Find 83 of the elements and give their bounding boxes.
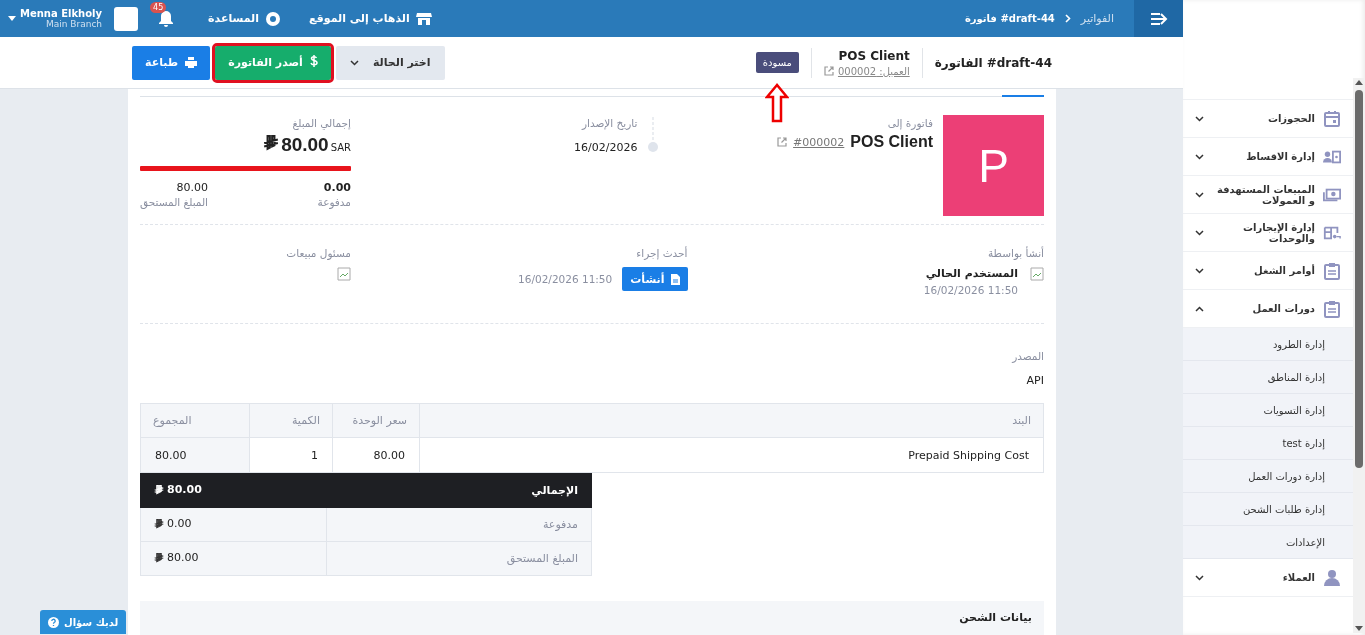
- chevron-up-icon: [1195, 305, 1204, 312]
- chevron-icon: [1064, 14, 1071, 23]
- lifebuoy-icon: [265, 10, 281, 27]
- totals-label: المبلغ المستحق: [326, 541, 592, 576]
- issue-date-label: تاريخ الإصدار: [580, 117, 638, 129]
- column-header: البند: [419, 403, 1044, 438]
- broken-image-icon: [1030, 267, 1044, 281]
- totals-value: 80.00: [140, 473, 327, 508]
- question-icon: [48, 616, 59, 628]
- status-badge: مسودة: [755, 52, 799, 73]
- totals-label: الإجمالي: [326, 473, 592, 508]
- table-cell: 80.00: [332, 437, 420, 473]
- created-time: 11:50 16/02/2026: [923, 284, 1018, 296]
- paid-amount: 0.00: [322, 181, 351, 194]
- total-amount: 80.00: [281, 134, 329, 156]
- table-cell: Prepaid Shipping Cost: [419, 437, 1044, 473]
- broken-image-icon: [337, 267, 351, 281]
- notification-count: 45: [150, 2, 167, 13]
- shipping-title: بيانات الشحن: [959, 611, 1032, 624]
- external-link-icon: [823, 66, 834, 76]
- totals-value: 0.00: [140, 507, 327, 542]
- client-link[interactable]: العميل: 000002: [837, 65, 910, 77]
- sidebar-item[interactable]: العملاء: [1183, 559, 1353, 597]
- source-value: API: [1025, 374, 1044, 387]
- due-amount: 80.00: [176, 181, 208, 194]
- client-name: POS Client: [838, 48, 910, 63]
- store-icon: [415, 11, 432, 26]
- print-button[interactable]: طباعة: [132, 45, 211, 80]
- column-header: الكمية: [249, 403, 333, 438]
- created-by-user: المستخدم الحالي: [924, 267, 1018, 280]
- chevron-down-icon: [1195, 267, 1204, 274]
- client-name: POS Client: [850, 133, 933, 151]
- caret-icon: [8, 16, 16, 21]
- chevron-down-icon: [1195, 153, 1204, 160]
- clipboard-icon: [1323, 299, 1341, 318]
- status-dropdown[interactable]: اختر الحالة: [335, 45, 445, 80]
- top-link[interactable]: المساعدة: [208, 10, 281, 27]
- document-icon: [670, 273, 680, 285]
- due-label: المبلغ المستحق: [140, 196, 208, 208]
- bell-icon: [158, 10, 175, 28]
- chevron-down-icon: [1195, 229, 1204, 236]
- action-button[interactable]: أنشأت: [622, 267, 688, 291]
- last-action-label: أحدث إجراء: [635, 247, 688, 259]
- last-action-time: 11:50 16/02/2026: [518, 273, 613, 285]
- external-link-icon: [777, 137, 788, 147]
- sidebar-item[interactable]: أوامر الشغل: [1183, 252, 1353, 290]
- arrow-icon: [1149, 11, 1168, 26]
- column-header: المجموع: [140, 403, 250, 438]
- breadcrumb-item: فاتورة #draft-44: [964, 13, 1055, 24]
- total-label: إجمالي المبلغ: [291, 117, 351, 129]
- client-avatar: P: [943, 115, 1044, 216]
- riyal-icon: [154, 484, 164, 495]
- sidebar-toggle-button[interactable]: [1134, 0, 1183, 37]
- printer-icon: [185, 57, 198, 68]
- scrollbar[interactable]: [1353, 78, 1365, 633]
- timeline-dot-icon: [647, 117, 658, 153]
- user-menu[interactable]: Menna Elkholy Main Branch: [8, 8, 103, 29]
- sales-rep-label: مسئول مبيعات: [285, 247, 351, 259]
- bill-to-label: فاتورة إلى: [886, 117, 933, 129]
- chevron-down-icon: [1195, 115, 1204, 122]
- totals-value: 80.00: [140, 541, 327, 576]
- user-avatar[interactable]: [114, 6, 139, 31]
- currency-code: SAR: [330, 142, 351, 153]
- table-cell: 80.00: [140, 437, 250, 473]
- page-title: الفاتورة #draft-44: [934, 55, 1052, 70]
- column-header: سعر الوحدة: [332, 403, 420, 438]
- chevron-down-icon: [1195, 574, 1204, 581]
- created-by-label: أنشأ بواسطة: [986, 247, 1044, 259]
- riyal-icon: [263, 135, 280, 151]
- calendar-icon: [1323, 109, 1341, 128]
- totals-label: مدفوعة: [326, 507, 592, 542]
- user-icon: [1323, 568, 1341, 587]
- riyal-icon: [154, 518, 164, 529]
- client-code-link[interactable]: #000002: [793, 135, 845, 149]
- chevron-down-icon: [1195, 191, 1204, 198]
- issue-date: 16/02/2026: [574, 141, 638, 154]
- top-link[interactable]: الذهاب إلى الموقع: [309, 11, 432, 26]
- riyal-icon: [154, 552, 164, 563]
- paid-label: مدفوعة: [317, 196, 351, 208]
- clipboard-icon: [1323, 261, 1341, 280]
- chevron-down-icon: [349, 59, 359, 66]
- dollar-icon: [309, 55, 318, 70]
- source-label: المصدر: [1010, 350, 1044, 362]
